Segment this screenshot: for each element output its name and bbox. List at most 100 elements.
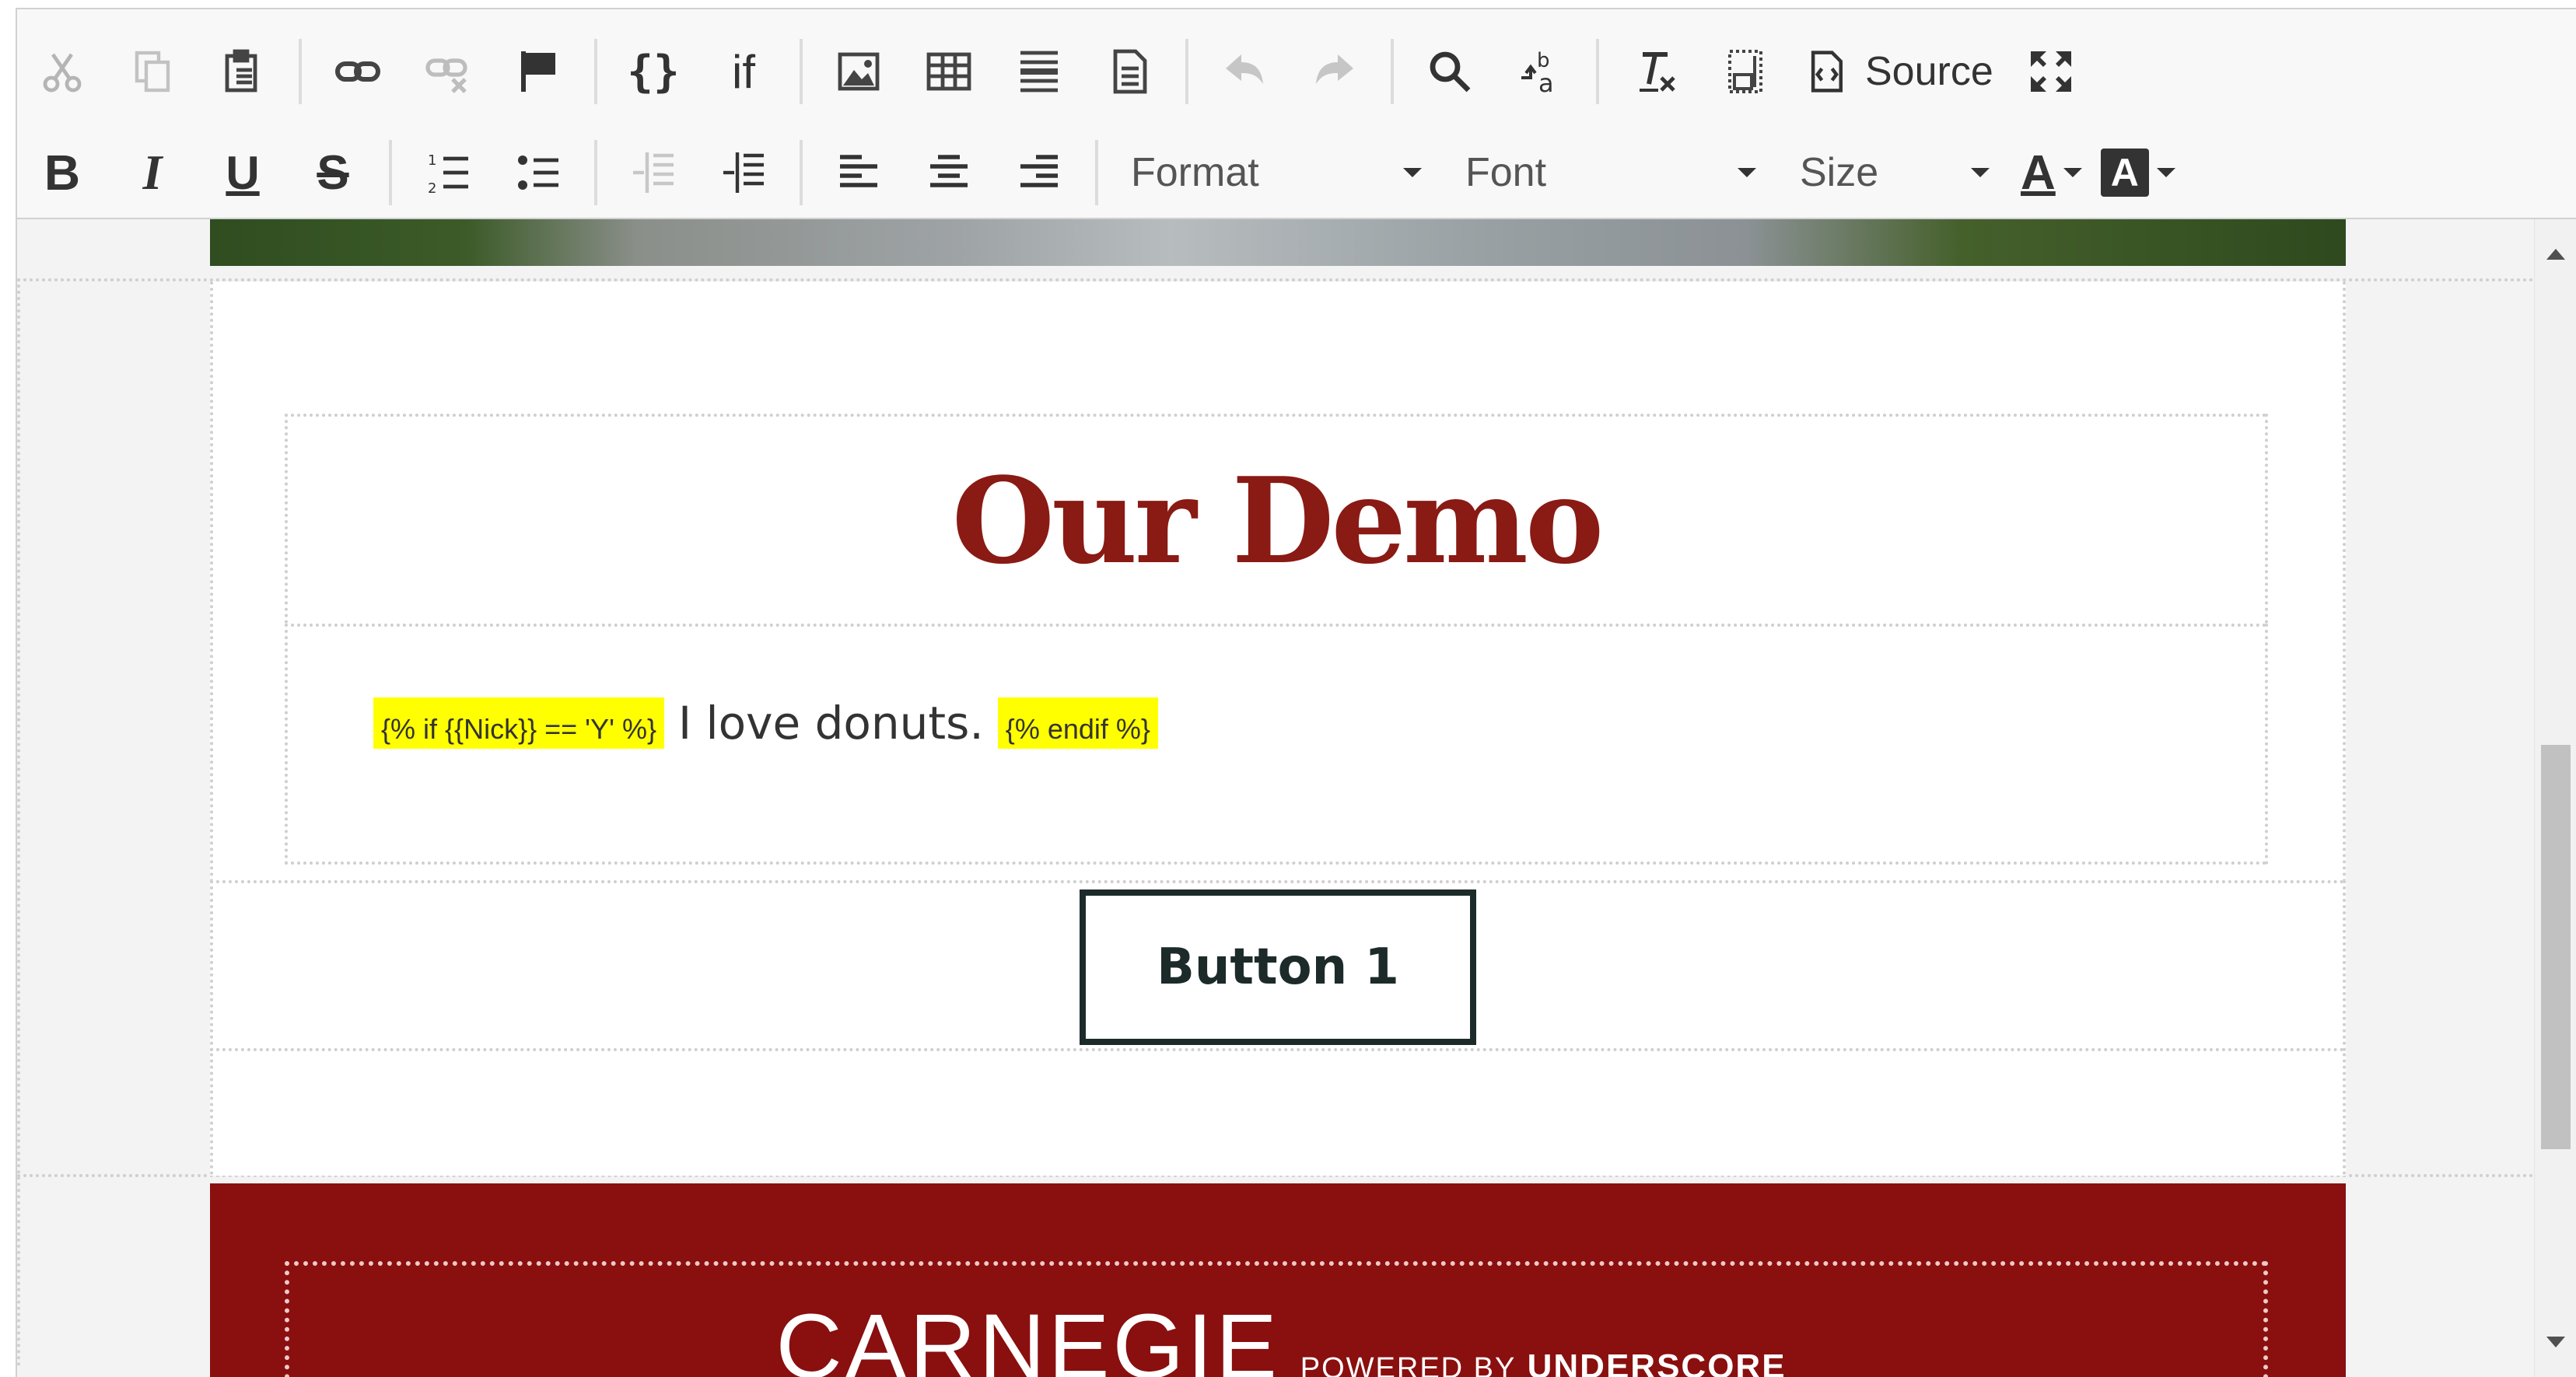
align-center-icon — [930, 155, 968, 187]
align-left-button[interactable] — [814, 134, 904, 211]
text-block[interactable]: {% if {{Nick}} == 'Y' %} I love donuts. … — [285, 624, 2268, 865]
outdent-button[interactable] — [608, 134, 698, 211]
chevron-down-icon — [1971, 168, 1990, 177]
source-icon — [1811, 51, 1843, 93]
size-dropdown[interactable]: Size — [1778, 134, 2011, 211]
footer-logo-block[interactable]: CARNEGIE POWERED BY UNDERSCORE — [285, 1261, 2268, 1377]
cta-button[interactable]: Button 1 — [1080, 889, 1476, 1045]
scissors-icon — [43, 53, 82, 93]
search-icon — [1430, 51, 1471, 93]
logo-brand-text: UNDERSCORE — [1527, 1347, 1787, 1377]
replace-icon: ba — [1521, 49, 1554, 96]
background-color-icon: A — [2100, 149, 2149, 197]
format-label: Format — [1131, 150, 1259, 195]
undo-button[interactable] — [1199, 33, 1290, 110]
clear-formatting-icon — [1640, 52, 1675, 92]
vertical-scrollbar[interactable] — [2534, 219, 2576, 1377]
logo-sub-text: POWERED BY UNDERSCORE — [1300, 1347, 1787, 1377]
document-icon — [1113, 49, 1147, 94]
font-label: Font — [1465, 150, 1547, 195]
scroll-up-arrow-icon[interactable] — [2546, 249, 2565, 260]
logo-powered-text: POWERED BY — [1300, 1352, 1517, 1377]
toolbar-separator — [800, 39, 803, 104]
format-dropdown[interactable]: Format — [1109, 134, 1444, 211]
text-color-button[interactable]: A — [2011, 145, 2091, 201]
toolbar-separator — [1095, 140, 1098, 205]
email-content-block: Our Demo {% if {{Nick}} == 'Y' %} I love… — [210, 281, 2346, 1176]
carnegie-logo: CARNEGIE POWERED BY UNDERSCORE — [289, 1294, 2273, 1377]
editor-content-area[interactable]: Our Demo {% if {{Nick}} == 'Y' %} I love… — [16, 219, 2576, 1377]
replace-button[interactable]: ba — [1495, 33, 1585, 110]
unlink-button[interactable] — [403, 33, 493, 110]
source-button[interactable]: Source — [1790, 33, 2006, 110]
redo-button[interactable] — [1290, 33, 1380, 110]
size-label: Size — [1800, 150, 1879, 195]
bulleted-list-icon — [518, 156, 558, 190]
numbered-list-icon: 12 — [428, 152, 468, 197]
background-color-button[interactable]: A — [2091, 149, 2185, 197]
strikethrough-icon: S — [317, 145, 349, 200]
toolbar-separator — [594, 39, 597, 104]
bold-button[interactable]: B — [17, 134, 107, 211]
page-title: Our Demo — [951, 450, 1605, 590]
numbered-list-button[interactable]: 12 — [403, 134, 493, 211]
paragraph: {% if {{Nick}} == 'Y' %} I love donuts. … — [373, 697, 1158, 750]
bold-icon: B — [44, 145, 81, 201]
show-blocks-button[interactable] — [1700, 33, 1790, 110]
italic-button[interactable]: I — [107, 134, 198, 211]
table-button[interactable] — [904, 33, 994, 110]
bulleted-list-button[interactable] — [493, 134, 583, 211]
table-icon — [926, 52, 971, 91]
body-text: I love donuts. — [677, 697, 984, 750]
clipboard-icon — [225, 49, 257, 93]
maximize-icon — [2030, 51, 2071, 92]
remove-format-button[interactable] — [1610, 33, 1700, 110]
paste-button[interactable] — [198, 33, 288, 110]
toolbar-separator — [800, 140, 803, 205]
redo-icon — [1316, 54, 1353, 84]
copy-button[interactable] — [107, 33, 198, 110]
logo-main-text: CARNEGIE — [775, 1295, 1280, 1377]
toolbar-separator — [1391, 39, 1394, 104]
underline-button[interactable]: U — [198, 134, 288, 211]
page-break-button[interactable] — [1084, 33, 1174, 110]
braces-icon: {} — [627, 46, 680, 97]
title-block[interactable]: Our Demo — [285, 414, 2268, 624]
outdent-icon — [633, 152, 674, 193]
insert-placeholder-button[interactable]: {} — [608, 33, 698, 110]
scroll-down-arrow-icon[interactable] — [2546, 1337, 2565, 1347]
block-outline — [17, 278, 20, 1367]
underline-icon: U — [226, 146, 260, 199]
align-center-button[interactable] — [904, 134, 994, 211]
align-right-button[interactable] — [994, 134, 1084, 211]
toolbar-separator — [1596, 39, 1599, 104]
flag-icon — [521, 51, 555, 92]
toolbar-row-2: B I U S 12 Format Font Size A A — [17, 126, 2185, 219]
strikethrough-button[interactable]: S — [288, 134, 378, 211]
unlink-icon — [425, 58, 467, 93]
anchor-button[interactable] — [493, 33, 583, 110]
button-block: Button 1 — [210, 880, 2346, 1051]
undo-icon — [1226, 54, 1263, 84]
indent-icon — [723, 152, 764, 193]
indent-button[interactable] — [698, 134, 789, 211]
horizontal-rule-icon — [1020, 51, 1058, 93]
conditional-close-tag[interactable]: {% endif %} — [997, 697, 1158, 749]
italic-icon: I — [142, 145, 163, 200]
svg-text:2: 2 — [428, 180, 436, 197]
align-right-icon — [1020, 155, 1058, 187]
text-color-icon: A — [2021, 145, 2056, 200]
find-button[interactable] — [1405, 33, 1495, 110]
insert-if-button[interactable]: if — [698, 33, 789, 110]
link-button[interactable] — [313, 33, 403, 110]
font-dropdown[interactable]: Font — [1444, 134, 1778, 211]
chevron-down-icon — [1403, 168, 1422, 177]
cut-button[interactable] — [17, 33, 107, 110]
scrollbar-thumb[interactable] — [2541, 745, 2571, 1149]
svg-text:a: a — [1538, 68, 1554, 96]
maximize-button[interactable] — [2006, 33, 2096, 110]
editor-toolbar: {} if ba Source B I U S 1 2 Format Font … — [16, 8, 2576, 219]
conditional-open-tag[interactable]: {% if {{Nick}} == 'Y' %} — [373, 697, 664, 749]
horizontal-rule-button[interactable] — [994, 33, 1084, 110]
image-button[interactable] — [814, 33, 904, 110]
